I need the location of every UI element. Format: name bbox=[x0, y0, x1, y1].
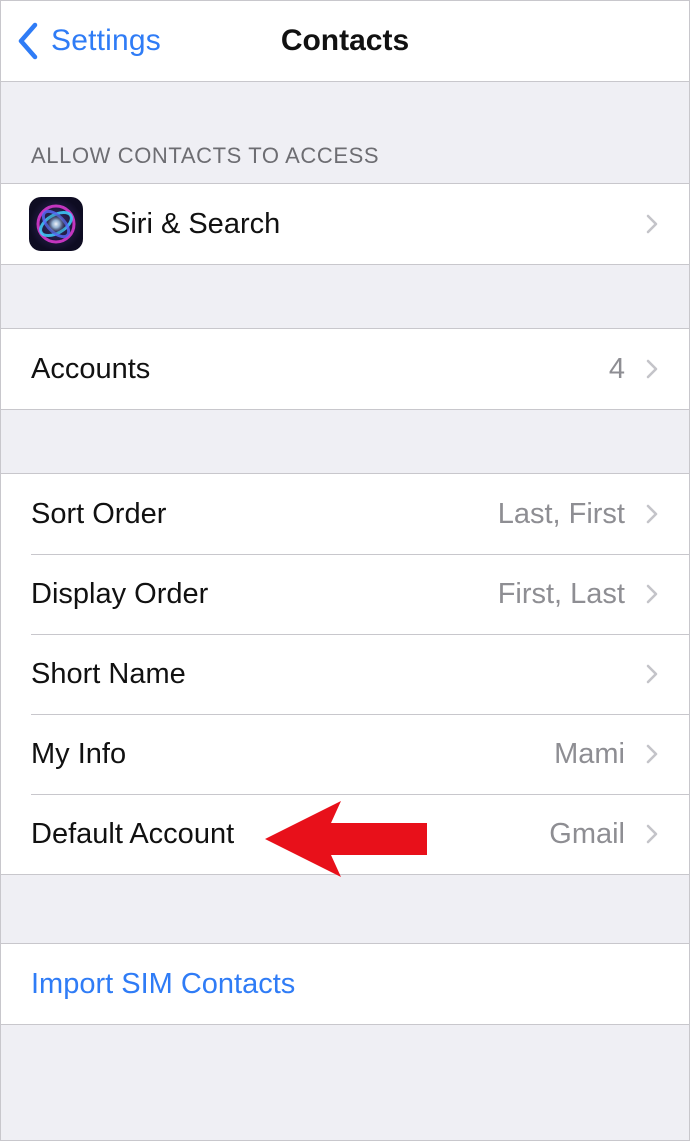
accounts-group: Accounts 4 bbox=[1, 328, 689, 410]
siri-search-row[interactable]: Siri & Search bbox=[1, 184, 689, 264]
accounts-count: 4 bbox=[608, 352, 625, 385]
sort-order-value: Last, First bbox=[497, 497, 625, 530]
section-header: ALLOW CONTACTS TO ACCESS bbox=[31, 143, 380, 168]
display-order-label: Display Order bbox=[31, 577, 209, 610]
chevron-right-icon bbox=[646, 584, 658, 604]
siri-group: Siri & Search bbox=[1, 183, 689, 265]
my-info-row[interactable]: My Info Mami bbox=[1, 714, 689, 794]
navigation-bar: Settings Contacts bbox=[1, 1, 689, 82]
my-info-label: My Info bbox=[31, 737, 127, 770]
sort-order-row[interactable]: Sort Order Last, First bbox=[1, 474, 689, 554]
sort-order-label: Sort Order bbox=[31, 497, 167, 530]
chevron-right-icon bbox=[646, 744, 658, 764]
chevron-right-icon bbox=[646, 214, 658, 234]
display-order-value: First, Last bbox=[497, 577, 625, 610]
chevron-right-icon bbox=[646, 824, 658, 844]
short-name-label: Short Name bbox=[31, 657, 186, 690]
import-sim-contacts-label: Import SIM Contacts bbox=[31, 967, 296, 1000]
chevron-right-icon bbox=[646, 504, 658, 524]
my-info-value: Mami bbox=[554, 737, 625, 770]
import-sim-contacts-row[interactable]: Import SIM Contacts bbox=[1, 944, 689, 1024]
red-arrow-icon bbox=[265, 801, 427, 877]
display-order-row[interactable]: Display Order First, Last bbox=[1, 554, 689, 634]
accounts-label: Accounts bbox=[31, 352, 151, 385]
page-title: Contacts bbox=[280, 24, 410, 57]
short-name-row[interactable]: Short Name bbox=[1, 634, 689, 714]
siri-search-label: Siri & Search bbox=[111, 207, 281, 240]
default-account-label: Default Account bbox=[31, 817, 235, 850]
accounts-row[interactable]: Accounts 4 bbox=[1, 329, 689, 409]
siri-icon bbox=[29, 197, 83, 251]
default-account-value: Gmail bbox=[549, 817, 625, 850]
import-group: Import SIM Contacts bbox=[1, 943, 689, 1025]
chevron-right-icon bbox=[646, 359, 658, 379]
chevron-right-icon bbox=[646, 664, 658, 684]
